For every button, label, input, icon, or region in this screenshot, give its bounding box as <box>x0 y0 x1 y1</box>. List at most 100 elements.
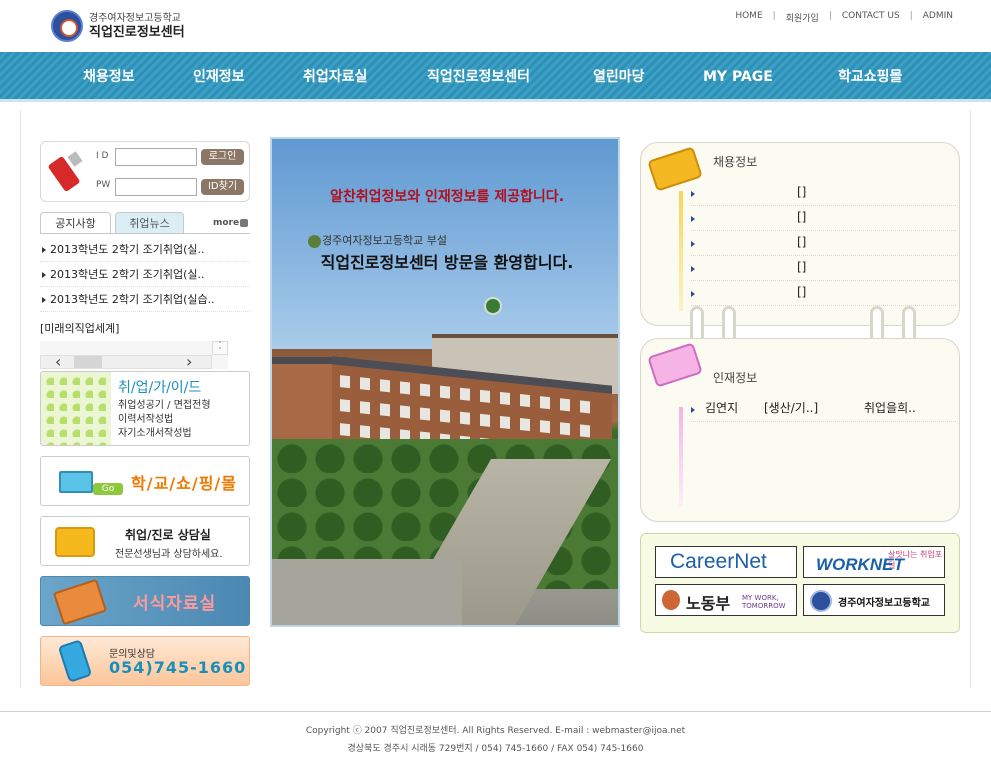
list-item[interactable]: [] <box>691 181 956 206</box>
logo-site-name: 직업진로정보센터 <box>89 25 185 40</box>
emblem-ball-icon <box>484 297 502 315</box>
guide-line[interactable]: 이력서작성법 <box>118 413 211 427</box>
plaza <box>272 559 462 625</box>
forms-banner[interactable]: 서식자료실 <box>40 576 250 626</box>
id-label: I D <box>96 151 109 161</box>
main-nav: 채용정보 인재정보 취업자료실 직업진로정보센터 열린마당 MY PAGE 학교… <box>0 52 991 102</box>
footer-copyright: Copyright ⓒ 2007 직업진로정보센터. All Rights Re… <box>305 726 686 736</box>
counsel-banner[interactable]: 취업/진로 상담실 전문선생님과 상담하세요. <box>40 516 250 566</box>
jobs-title[interactable]: 채용정보 <box>713 153 757 170</box>
main-visual: 알찬취업정보와 인재정보를 제공합니다. 경주여자정보고등학교 부설 직업진로정… <box>270 137 620 627</box>
future-jobs-link[interactable]: [미래의직업세계] <box>40 320 119 336</box>
phone-icon <box>57 639 93 683</box>
talent-field: [생산/기..] <box>764 401 819 415</box>
school-emblem-icon <box>51 10 83 42</box>
guide-line[interactable]: 취업성공기 / 면접전형 <box>118 399 211 413</box>
forms-text: 서식자료실 <box>133 594 217 614</box>
worknet-link[interactable]: 살맛나는 취업포털 WORKNET <box>803 546 945 578</box>
visual-welcome: 직업진로정보센터 방문을 환영합니다. <box>320 253 574 272</box>
top-link-home[interactable]: HOME <box>735 11 762 24</box>
contact-banner[interactable]: 문의및상담 054)745-1660 <box>40 636 250 686</box>
talent-title[interactable]: 인재정보 <box>713 369 757 386</box>
careernet-logo: CareerNet <box>670 550 767 573</box>
talent-name: 김연지 <box>705 401 739 415</box>
labor-ministry-link[interactable]: 노동부 MY WORK, TOMORROW <box>655 584 797 616</box>
folder-icon <box>55 527 95 557</box>
notice-item[interactable]: 2013학년도 2학기 조기취업(실.. <box>40 237 250 262</box>
usb-key-icon <box>47 151 87 194</box>
go-badge: Go <box>93 483 123 495</box>
visual-school-tag: 경주여자정보고등학교 부설 <box>322 234 447 247</box>
scroll-right-icon[interactable]: › <box>186 352 192 371</box>
dot-pattern-icon <box>41 372 111 445</box>
partner-links: CareerNet 살맛나는 취업포털 WORKNET 노동부 MY WORK, T… <box>640 533 960 633</box>
site-logo[interactable]: 경주여자정보고등학교 직업진로정보센터 <box>51 10 185 42</box>
counsel-subtitle: 전문선생님과 상담하세요. <box>115 549 223 560</box>
pink-folder-icon <box>647 342 703 388</box>
top-link-join[interactable]: 회원가입 <box>786 11 819 24</box>
tab-underline <box>40 233 250 234</box>
list-item[interactable]: [] <box>691 231 956 256</box>
guide-line[interactable]: 자기소개서작성법 <box>118 427 211 441</box>
school-shop-banner[interactable]: Go 학/교/쇼/핑/몰 <box>40 456 250 506</box>
nav-item-open-forum[interactable]: 열린마당 <box>593 52 645 102</box>
top-links: HOME | 회원가입 | CONTACT US | ADMIN <box>735 11 953 24</box>
contact-phone-number: 054)745-1660 <box>109 658 247 677</box>
list-item[interactable]: [] <box>691 281 956 306</box>
header: 경주여자정보고등학교 직업진로정보센터 HOME | 회원가입 | CONTAC… <box>0 0 991 52</box>
footer-divider <box>0 711 991 712</box>
nav-item-jobs[interactable]: 채용정보 <box>83 52 135 102</box>
shop-text: 학/교/쇼/핑/몰 <box>131 474 237 493</box>
school-link-label: 경주여자정보고등학교 <box>838 598 930 609</box>
top-link-separator: | <box>828 11 832 21</box>
careernet-link[interactable]: CareerNet <box>655 546 797 578</box>
vertical-scroll-button[interactable]: ˄ ˅ <box>212 341 228 355</box>
find-id-button[interactable]: ID찾기 <box>201 179 244 195</box>
notice-item[interactable]: 2013학년도 2학기 조기취업(실습.. <box>40 287 250 312</box>
talent-wish: 취업을희.. <box>864 401 916 415</box>
top-link-separator: | <box>772 11 776 21</box>
nav-item-career-center[interactable]: 직업진로정보센터 <box>427 52 530 102</box>
nav-item-my-page[interactable]: MY PAGE <box>703 52 773 102</box>
list-item[interactable]: [] <box>691 206 956 231</box>
school-homepage-link[interactable]: 경주여자정보고등학교 <box>803 584 945 616</box>
scroll-left-icon[interactable]: ‹ <box>55 352 61 371</box>
pw-input[interactable] <box>115 178 197 196</box>
top-link-admin[interactable]: ADMIN <box>923 11 953 24</box>
more-label: more <box>213 218 240 228</box>
decorative-bar <box>679 191 683 311</box>
shopping-cart-icon: Go <box>53 465 123 499</box>
job-guide-banner[interactable]: 취/업/가/이/드 취업성공기 / 면접전형 이력서작성법 자기소개서작성법 <box>40 371 250 446</box>
list-item[interactable]: [] <box>691 256 956 281</box>
floppy-disk-icon <box>52 578 108 625</box>
top-link-contact[interactable]: CONTACT US <box>842 11 900 24</box>
top-link-separator: | <box>909 11 913 21</box>
nav-item-talent[interactable]: 인재정보 <box>193 52 245 102</box>
footer-address: 경상북도 경주시 시래동 729번지 / 054) 745-1660 / FAX… <box>347 744 644 754</box>
school-emblem-icon <box>308 234 321 248</box>
nav-item-resources[interactable]: 취업자료실 <box>303 52 367 102</box>
notice-item[interactable]: 2013학년도 2학기 조기취업(실.. <box>40 262 250 287</box>
decorative-bar <box>679 407 683 507</box>
table-row[interactable]: 김연지 [생산/기..] 취업을희.. <box>691 397 956 422</box>
logo-school-name: 경주여자정보고등학교 <box>89 13 181 24</box>
more-link[interactable]: more <box>213 218 249 228</box>
visual-headline: 알찬취업정보와 인재정보를 제공합니다. <box>329 189 565 205</box>
talent-panel: 인재정보 김연지 [생산/기..] 취업을희.. <box>640 338 960 522</box>
labor-logo: 노동부 <box>686 594 731 613</box>
nav-item-school-shop[interactable]: 학교쇼핑몰 <box>838 52 902 102</box>
tab-job-news[interactable]: 취업뉴스 <box>115 212 184 233</box>
labor-tagline: MY WORK, TOMORROW <box>742 594 786 610</box>
scrollbar-thumb[interactable] <box>74 356 102 368</box>
arrow-right-icon <box>240 218 249 227</box>
id-input[interactable] <box>115 148 197 166</box>
jobs-panel: 채용정보 [] [] [] [] [] <box>640 142 960 326</box>
pw-label: PW <box>96 180 111 190</box>
login-box: I D 로그인 PW ID찾기 <box>40 141 250 202</box>
ministry-emblem-icon <box>662 590 680 610</box>
counsel-title: 취업/진로 상담실 <box>125 528 211 542</box>
school-emblem-icon <box>810 590 832 612</box>
guide-title: 취/업/가/이/드 <box>118 380 202 396</box>
tab-notice[interactable]: 공지사항 <box>40 212 111 233</box>
login-button[interactable]: 로그인 <box>201 149 244 165</box>
